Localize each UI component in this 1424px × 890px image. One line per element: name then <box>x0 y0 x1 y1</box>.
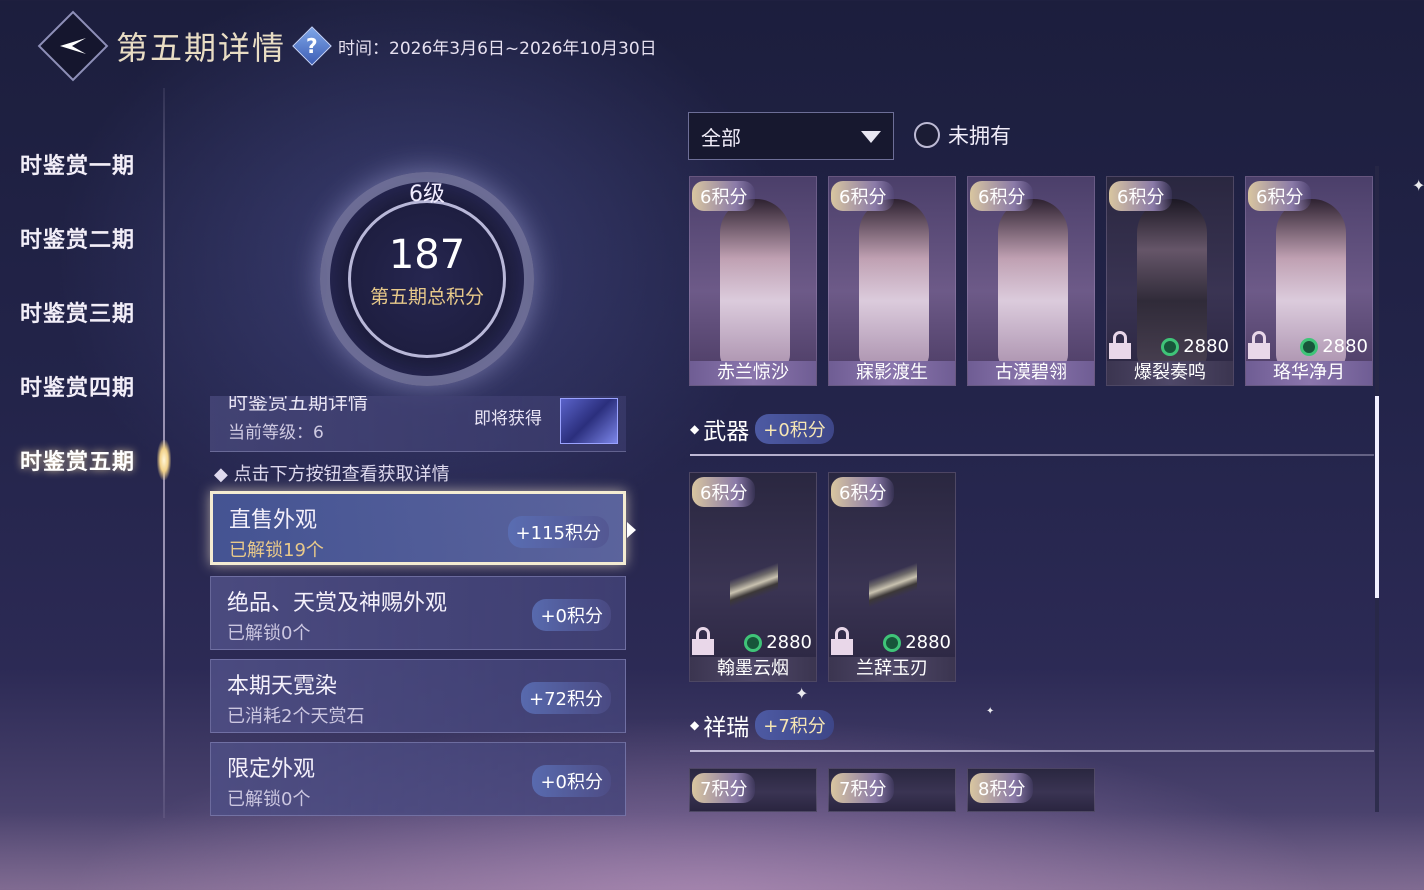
row-name: 限定外观 <box>227 757 316 782</box>
nav-active-marker <box>157 440 171 480</box>
not-owned-toggle[interactable] <box>914 122 940 148</box>
auspicious-card[interactable]: 7积分 <box>828 768 956 812</box>
sparkle-icon: ✦ <box>795 684 809 703</box>
bottom-glow <box>0 812 1424 890</box>
auspicious-card[interactable]: 8积分 <box>967 768 1095 812</box>
outfit-image <box>859 199 929 369</box>
level-label: 6级 <box>409 182 445 207</box>
points-badge: 6积分 <box>970 181 1034 211</box>
total-score-label: 第五期总积分 <box>369 286 484 308</box>
section-divider <box>690 750 1374 752</box>
outfit-card[interactable]: 6积分 古漠碧翎 <box>967 176 1095 386</box>
lock-icon <box>692 627 714 655</box>
weapon-card[interactable]: 6积分 2880 翰墨云烟 <box>689 472 817 682</box>
row-points: +115积分 <box>507 516 609 548</box>
section-divider <box>690 454 1374 456</box>
help-icon[interactable]: ? <box>292 26 332 66</box>
points-badge: 7积分 <box>831 773 895 803</box>
category-row-premium[interactable]: 绝品、天赏及神赐外观 已解锁0个 +0积分 <box>210 576 626 650</box>
outfit-image <box>998 199 1068 369</box>
outfit-card[interactable]: 6积分 赤兰惊沙 <box>689 176 817 386</box>
lock-icon <box>1248 331 1270 359</box>
chevron-down-icon <box>861 131 881 143</box>
lock-icon <box>831 627 853 655</box>
nav-item-period-2[interactable]: 时鉴赏二期 <box>20 222 135 254</box>
weapon-image <box>730 525 778 645</box>
section-auspicious: ◆ 祥瑞 +7积分 <box>690 708 834 742</box>
row-points: +72积分 <box>521 682 611 714</box>
outfit-name: 珞华净月 <box>1246 361 1372 385</box>
not-owned-label[interactable]: 未拥有 <box>948 120 1011 150</box>
points-badge: 6积分 <box>692 477 756 507</box>
section-weapons: ◆ 武器 +0积分 <box>690 412 834 446</box>
back-arrow-icon <box>60 38 86 54</box>
row-pointer-icon <box>627 522 636 538</box>
event-time: 时间：2026年3月6日~2026年10月30日 <box>338 38 657 59</box>
nav-item-period-4[interactable]: 时鉴赏四期 <box>20 370 135 402</box>
outfit-name: 寐影渡生 <box>829 361 955 385</box>
row-points: +0积分 <box>532 599 611 631</box>
category-row-limited[interactable]: 限定外观 已解锁0个 +0积分 <box>210 742 626 816</box>
points-badge: 6积分 <box>831 181 895 211</box>
points-badge: 6积分 <box>1248 181 1312 211</box>
jade-currency-icon <box>744 633 763 652</box>
nav-item-period-5[interactable]: 时鉴赏五期 <box>20 444 135 476</box>
points-badge: 7积分 <box>692 773 756 803</box>
total-score: 187 <box>388 232 466 278</box>
weapon-name: 兰辞玉刃 <box>829 657 955 681</box>
outfit-card[interactable]: 6积分 2880 珞华净月 <box>1245 176 1373 386</box>
nav-item-period-3[interactable]: 时鉴赏三期 <box>20 296 135 328</box>
hint-text: ◆ 点击下方按钮查看获取详情 <box>214 464 450 485</box>
row-sub: 已解锁0个 <box>227 623 311 644</box>
category-dropdown[interactable]: 全部 <box>688 112 894 160</box>
points-badge: 6积分 <box>692 181 756 211</box>
back-button[interactable] <box>37 10 109 82</box>
jade-currency-icon <box>1161 337 1180 356</box>
sparkle-icon: ✦ <box>986 706 995 717</box>
sparkle-icon: ✦ <box>1412 176 1424 195</box>
row-name: 直售外观 <box>229 508 318 533</box>
detail-title: 时鉴赏五期详情 <box>228 396 368 414</box>
lock-icon <box>1109 331 1131 359</box>
row-sub: 已消耗2个天赏石 <box>227 706 365 727</box>
jade-currency-icon <box>1300 337 1319 356</box>
row-points: +0积分 <box>532 765 611 797</box>
weapon-image <box>869 525 917 645</box>
outfit-name: 赤兰惊沙 <box>690 361 816 385</box>
scrollbar-thumb[interactable] <box>1375 396 1379 598</box>
row-name: 绝品、天赏及神赐外观 <box>227 591 448 616</box>
row-sub: 已解锁0个 <box>227 789 311 810</box>
outfit-name: 古漠碧翎 <box>968 361 1094 385</box>
nav-item-period-1[interactable]: 时鉴赏一期 <box>20 148 135 180</box>
jade-currency-icon <box>883 633 902 652</box>
outfit-card[interactable]: 6积分 寐影渡生 <box>828 176 956 386</box>
points-badge: 6积分 <box>831 477 895 507</box>
current-level: 当前等级：6 <box>228 423 324 443</box>
auspicious-card[interactable]: 7积分 <box>689 768 817 812</box>
price: 2880 <box>1300 336 1368 357</box>
score-ring: 6级 187 第五期总积分 <box>300 170 550 386</box>
dropdown-value: 全部 <box>701 125 741 150</box>
points-badge: 8积分 <box>970 773 1034 803</box>
weapon-name: 翰墨云烟 <box>690 657 816 681</box>
page-header: 第五期详情 ? 时间：2026年3月6日~2026年10月30日 <box>37 10 657 82</box>
upcoming-reward-label: 即将获得 <box>474 409 542 429</box>
row-sub: 已解锁19个 <box>229 540 324 561</box>
row-name: 本期天霓染 <box>227 674 338 699</box>
outfit-name: 爆裂奏鸣 <box>1107 361 1233 385</box>
price: 2880 <box>744 632 812 653</box>
points-badge: 6积分 <box>1109 181 1173 211</box>
page-title: 第五期详情 <box>116 29 287 67</box>
outfit-card[interactable]: 6积分 2880 爆裂奏鸣 <box>1106 176 1234 386</box>
price: 2880 <box>883 632 951 653</box>
category-row-direct-sale[interactable]: 直售外观 已解锁19个 +115积分 <box>210 491 626 565</box>
weapon-card[interactable]: 6积分 2880 兰辞玉刃 <box>828 472 956 682</box>
reward-chest-icon[interactable] <box>560 398 618 444</box>
price: 2880 <box>1161 336 1229 357</box>
period-detail-card[interactable]: 时鉴赏五期详情 当前等级：6 即将获得 <box>210 396 626 452</box>
outfit-image <box>720 199 790 369</box>
category-row-dye[interactable]: 本期天霓染 已消耗2个天赏石 +72积分 <box>210 659 626 733</box>
ring-inner <box>348 200 506 358</box>
